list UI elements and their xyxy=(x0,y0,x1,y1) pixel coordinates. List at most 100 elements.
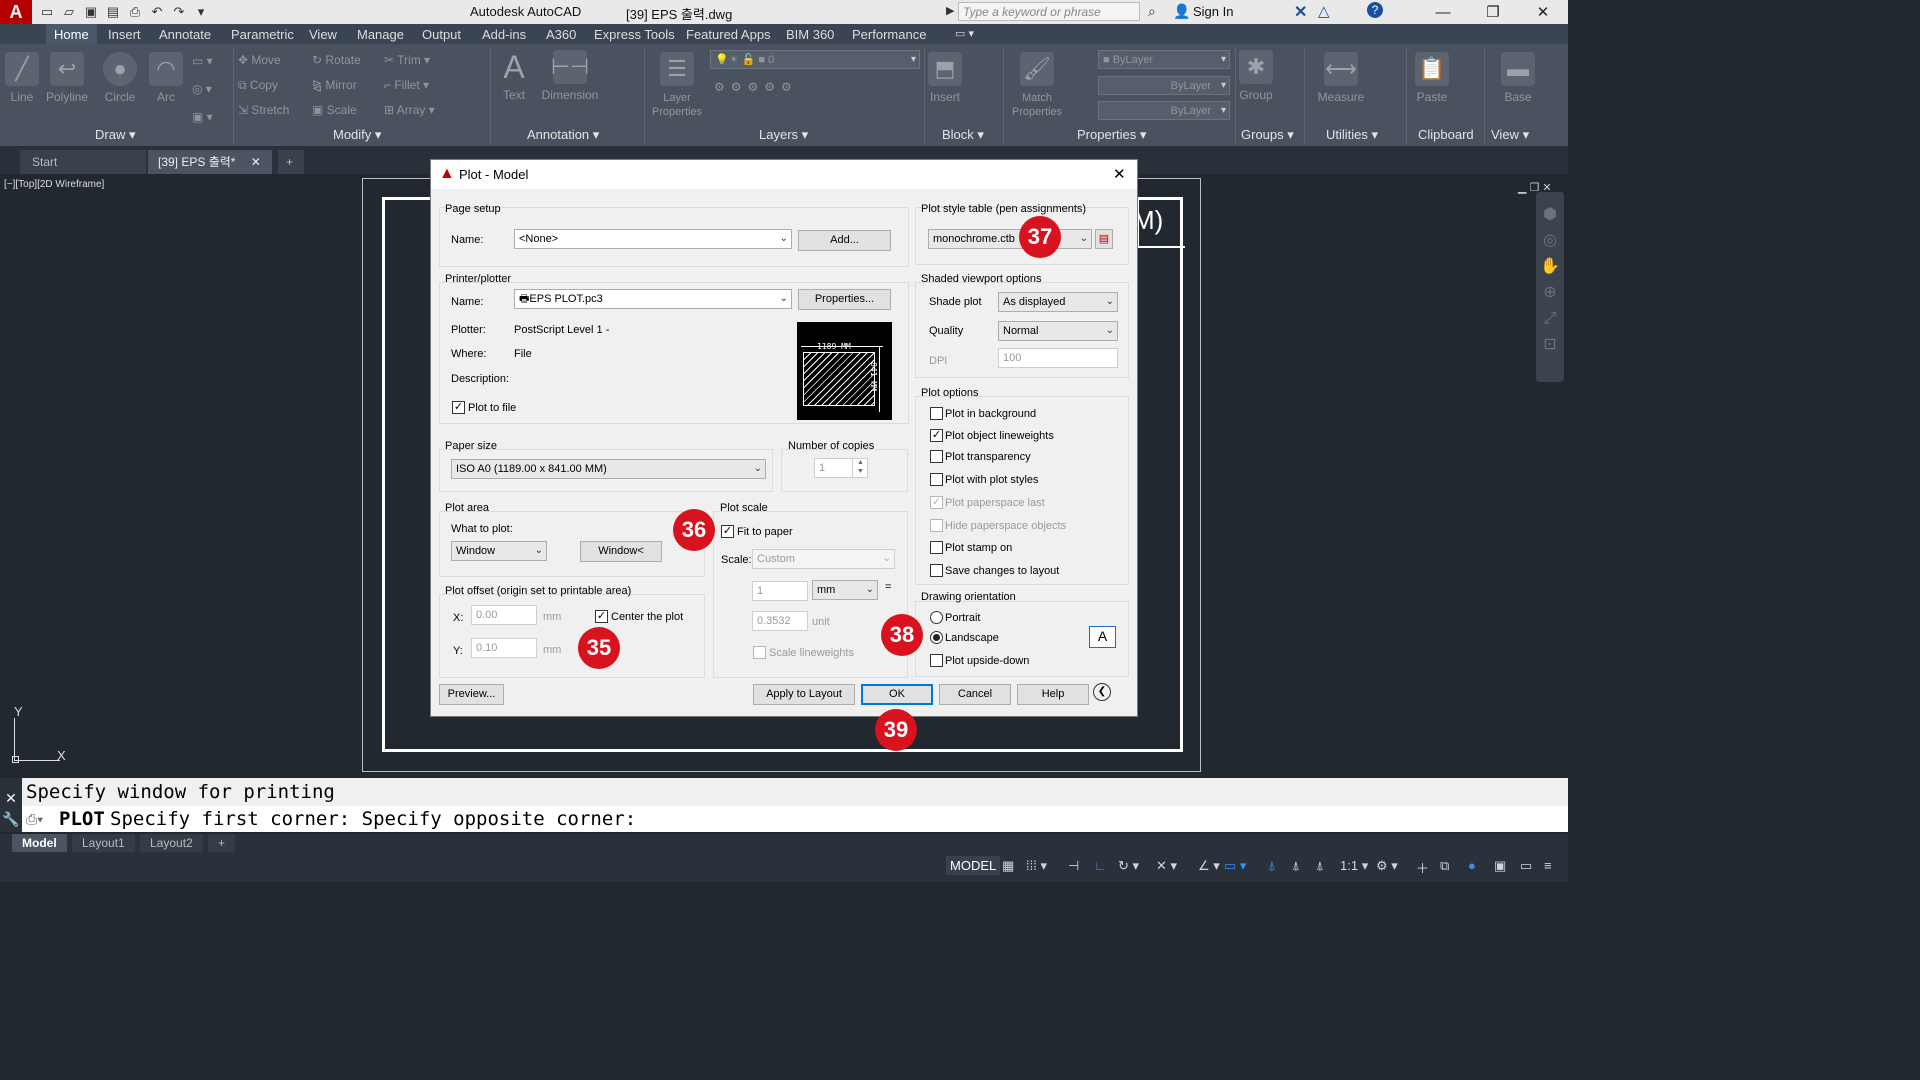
plot-to-file-checkbox[interactable]: ✓ xyxy=(452,401,465,414)
tab-insert[interactable]: Insert xyxy=(108,27,141,42)
user-icon[interactable]: 👤 xyxy=(1173,3,1190,20)
navigation-bar[interactable]: ⬢ ◎ ✋ ⊕ ⤢ ⊡ xyxy=(1536,192,1564,382)
properties-panel-label[interactable]: Properties ▾ xyxy=(1077,127,1146,143)
circle-tool[interactable]: ● Circle xyxy=(100,52,140,104)
measure-tool[interactable]: ⟷ Measure xyxy=(1314,52,1368,104)
workspace-gear-icon[interactable]: ⚙ ▾ xyxy=(1376,858,1398,874)
copies-spinner[interactable]: ▲ ▼ xyxy=(852,458,868,478)
dialog-close-icon[interactable]: ✕ xyxy=(1113,165,1126,183)
window-select-button[interactable]: Window< xyxy=(580,541,662,562)
move-tool[interactable]: ✥ Move xyxy=(238,53,281,67)
layer-tools-row[interactable]: ⚙⚙⚙⚙⚙ xyxy=(714,80,798,94)
tab-view[interactable]: View xyxy=(309,27,337,42)
scale-tool[interactable]: ▣ Scale xyxy=(312,103,357,117)
minimize-icon[interactable]: — xyxy=(1420,0,1466,24)
draw-small-tools[interactable]: ▭ ▾ ◎ ▾ ▣ ▾ xyxy=(192,54,213,124)
tab-home[interactable]: Home xyxy=(46,24,97,44)
what-to-plot-dropdown[interactable]: Window ⌄ xyxy=(451,541,547,561)
tab-start[interactable]: Start xyxy=(20,150,146,174)
help-icon[interactable]: ? xyxy=(1367,2,1383,18)
selection-cycling-icon[interactable]: ▭ ▾ xyxy=(1224,858,1246,874)
match-properties-tool[interactable]: 🖌 Match Properties xyxy=(1008,52,1066,118)
fit-to-paper-checkbox[interactable]: ✓ xyxy=(721,525,734,538)
plot-stamp-checkbox[interactable] xyxy=(930,541,943,554)
grid-icon[interactable]: ▦ xyxy=(1002,858,1014,874)
ok-button[interactable]: OK xyxy=(861,684,933,705)
copy-tool[interactable]: ⧉ Copy xyxy=(238,78,278,93)
plot-paperspace-last-checkbox[interactable]: ✓ xyxy=(930,496,943,509)
center-plot-checkbox[interactable]: ✓ xyxy=(595,610,608,623)
clean-screen-icon[interactable]: ▭ xyxy=(1520,858,1532,874)
restore-icon[interactable]: ❐ xyxy=(1470,0,1516,24)
group-tool[interactable]: ✱ Group xyxy=(1238,50,1274,102)
units-icon[interactable]: ⧉ xyxy=(1440,858,1449,874)
preview-button[interactable]: Preview... xyxy=(439,684,504,705)
scale-lineweights-checkbox[interactable] xyxy=(753,646,766,659)
array-tool[interactable]: ⊞ Array ▾ xyxy=(384,103,435,117)
lineweight-icon[interactable]: ∠ ▾ xyxy=(1198,858,1220,874)
add-page-setup-button[interactable]: Add... xyxy=(798,230,891,251)
paste-tool[interactable]: 📋 Paste xyxy=(1414,52,1450,104)
portrait-radio[interactable] xyxy=(930,611,943,624)
annotation-visibility-icon[interactable]: ⍋ xyxy=(1268,858,1276,874)
print-icon[interactable]: ⎙ xyxy=(126,3,144,21)
tab-model[interactable]: Model xyxy=(12,834,67,852)
groups-panel-label[interactable]: Groups ▾ xyxy=(1241,127,1294,143)
insert-block-tool[interactable]: ⬒ Insert xyxy=(928,52,962,104)
help-button[interactable]: Help xyxy=(1017,684,1089,705)
collapse-options-icon[interactable]: ❮ xyxy=(1093,683,1111,701)
annotation-scale-icon[interactable]: ⍋ xyxy=(1316,858,1324,874)
sign-in-link[interactable]: Sign In xyxy=(1193,4,1233,19)
ortho-icon[interactable]: ∟ xyxy=(1094,858,1107,873)
a360-icon[interactable]: △ xyxy=(1318,2,1330,20)
offset-x-input[interactable]: 0.00 xyxy=(471,605,537,625)
new-icon[interactable]: ▭ xyxy=(38,3,56,21)
command-line[interactable]: 🔧 ⎙▾ PLOT Specify first corner: Specify … xyxy=(0,806,1568,832)
isolate-objects-icon[interactable]: ● xyxy=(1468,858,1476,873)
save-as-icon[interactable]: ▤ xyxy=(104,3,122,21)
tab-express-tools[interactable]: Express Tools xyxy=(594,27,675,42)
snap-icon[interactable]: ⁞⁞⁞ ▾ xyxy=(1026,858,1047,874)
paper-size-dropdown[interactable]: ISO A0 (1189.00 x 841.00 MM) ⌄ xyxy=(451,459,766,479)
printer-name-dropdown[interactable]: 🖶EPS PLOT.pc3 ⌄ xyxy=(514,289,792,309)
tab-bim360[interactable]: BIM 360 xyxy=(786,27,834,42)
viewport-controls[interactable]: [−][Top][2D Wireframe] xyxy=(4,179,104,190)
save-icon[interactable]: ▣ xyxy=(82,3,100,21)
upside-down-checkbox[interactable] xyxy=(930,654,943,667)
open-icon[interactable]: ▱ xyxy=(60,3,78,21)
rotate-tool[interactable]: ↻ Rotate xyxy=(312,53,361,67)
cancel-button[interactable]: Cancel xyxy=(939,684,1011,705)
tab-layout2[interactable]: Layout2 xyxy=(140,834,203,852)
search-arrow-icon[interactable]: ▶ xyxy=(946,4,954,17)
annotation-monitor-icon[interactable]: ＋ xyxy=(1416,858,1429,877)
undo-icon[interactable]: ↶ xyxy=(148,3,166,21)
customize-wrench-icon[interactable]: 🔧 xyxy=(0,806,22,832)
new-tab-icon[interactable]: + xyxy=(278,150,304,174)
hide-paperspace-checkbox[interactable] xyxy=(930,519,943,532)
infer-constraints-icon[interactable]: ⊣ xyxy=(1068,858,1079,874)
tab-a360[interactable]: A360 xyxy=(546,27,576,42)
plot-with-styles-checkbox[interactable] xyxy=(930,473,943,486)
clipboard-panel-label[interactable]: Clipboard xyxy=(1418,127,1474,142)
tab-output[interactable]: Output xyxy=(422,27,461,42)
tab-featured-apps[interactable]: Featured Apps xyxy=(686,27,771,42)
layer-dropdown[interactable]: 💡☀ 🔓 ■ 0 ▾ xyxy=(710,50,920,69)
utilities-panel-label[interactable]: Utilities ▾ xyxy=(1326,127,1378,143)
base-view-tool[interactable]: ▬ Base xyxy=(1500,52,1536,104)
color-dropdown[interactable]: ■ ByLayer ▾ xyxy=(1098,50,1230,69)
tab-manage[interactable]: Manage xyxy=(357,27,404,42)
linetype-dropdown[interactable]: ByLayer ▾ xyxy=(1098,76,1230,95)
plot-style-dropdown[interactable]: monochrome.ctb ⌄ xyxy=(928,229,1092,249)
close-command-icon[interactable]: ✕ xyxy=(0,790,22,806)
tab-current-document[interactable]: [39] EPS 출력* ✕ xyxy=(148,150,272,174)
layers-panel-label[interactable]: Layers ▾ xyxy=(759,127,808,143)
auto-scale-icon[interactable]: ⍋ xyxy=(1292,858,1300,874)
layer-properties-tool[interactable]: ☰ Layer Properties xyxy=(648,52,706,118)
search-input[interactable]: Type a keyword or phrase xyxy=(958,2,1140,21)
scale-dropdown[interactable]: 1:1 ▾ xyxy=(1340,858,1368,874)
scale-unit-dropdown[interactable]: mm ⌄ xyxy=(812,580,878,600)
tab-annotate[interactable]: Annotate xyxy=(159,27,211,42)
dpi-input[interactable]: 100 xyxy=(998,348,1118,368)
lineweight-dropdown[interactable]: ByLayer ▾ xyxy=(1098,101,1230,120)
modify-panel-label[interactable]: Modify ▾ xyxy=(333,127,381,143)
